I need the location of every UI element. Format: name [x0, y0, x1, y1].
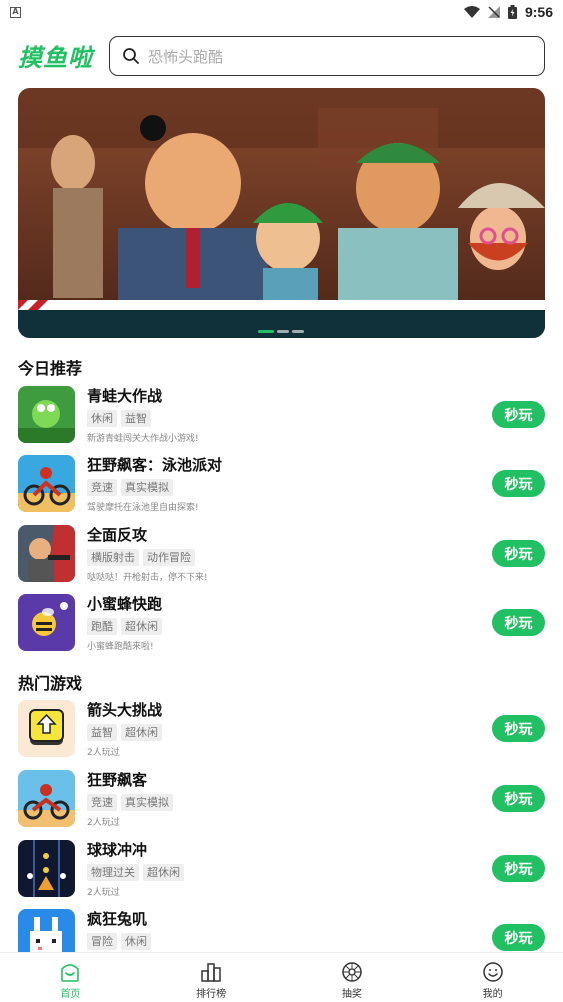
game-play-count: 2人玩过 [87, 748, 120, 758]
play-button[interactable]: 秒玩 [492, 470, 545, 497]
nav-item-ranking[interactable]: 排行榜 [141, 953, 282, 1002]
game-tag: 益智 [87, 724, 117, 741]
game-play-count: 2人玩过 [87, 818, 120, 828]
game-title: 疯狂兔叽 [87, 910, 148, 928]
carousel-dot[interactable] [277, 330, 289, 333]
game-tag: 超休闲 [121, 618, 162, 635]
list-item[interactable]: 狂野飙客：泳池派对 竞速 真实模拟 驾驶摩托在泳池里自由探索! 秒玩 [18, 455, 545, 515]
section-title-today: 今日推荐 [18, 359, 83, 378]
game-thumbnail[interactable] [18, 594, 75, 651]
game-tag: 真实模拟 [121, 479, 173, 496]
game-description: 驾驶摩托在泳池里自由探索! [87, 503, 199, 513]
game-tag: 休闲 [121, 933, 151, 950]
game-tag: 竞速 [87, 794, 117, 811]
nav-label: 抽奖 [341, 989, 362, 1000]
notification-a-icon: A [10, 6, 21, 18]
play-button[interactable]: 秒玩 [492, 785, 545, 812]
list-item[interactable]: 小蜜蜂快跑 跑酷 超休闲 小蜜蜂跑酷来啦! 秒玩 [18, 594, 545, 654]
list-item[interactable]: 狂野飙客 竞速 真实模拟 2人玩过 秒玩 [18, 770, 545, 830]
app-logo[interactable]: 摸鱼啦 [18, 38, 93, 73]
wifi-icon [463, 6, 480, 18]
nav-item-home[interactable]: 首页 [0, 953, 141, 1002]
nav-label: 首页 [60, 989, 81, 1000]
game-tag: 休闲 [87, 410, 117, 427]
game-description: 小蜜蜂跑酷来啦! [87, 642, 154, 652]
game-tags: 竞速 真实模拟 [87, 794, 173, 811]
game-thumbnail[interactable] [18, 700, 75, 757]
banner-image [18, 88, 545, 338]
game-tags: 休闲 益智 [87, 410, 151, 427]
header: 摸鱼啦 恐怖头跑酷 [0, 34, 563, 78]
game-description: 新游青蛙闯关大作战小游戏! [87, 434, 199, 444]
ranking-icon [201, 963, 221, 982]
game-tag: 物理过关 [87, 864, 139, 881]
game-tag: 益智 [121, 410, 151, 427]
play-button[interactable]: 秒玩 [492, 609, 545, 636]
game-title: 狂野飙客：泳池派对 [87, 456, 223, 474]
game-title: 小蜜蜂快跑 [87, 595, 163, 613]
list-item[interactable]: 箭头大挑战 益智 超休闲 2人玩过 秒玩 [18, 700, 545, 760]
list-item[interactable]: 球球冲冲 物理过关 超休闲 2人玩过 秒玩 [18, 840, 545, 900]
nav-label: 排行榜 [196, 989, 227, 1000]
game-tag: 冒险 [87, 933, 117, 950]
game-title: 青蛙大作战 [87, 387, 163, 405]
carousel-dot[interactable] [292, 330, 304, 333]
play-button[interactable]: 秒玩 [492, 855, 545, 882]
game-title: 狂野飙客 [87, 771, 148, 789]
status-left: A [10, 6, 21, 18]
game-tag: 超休闲 [121, 724, 162, 741]
search-placeholder: 恐怖头跑酷 [148, 47, 224, 66]
game-tags: 冒险 休闲 [87, 933, 151, 950]
game-tag: 真实模拟 [121, 794, 173, 811]
game-tag: 横版射击 [87, 549, 139, 566]
game-tag: 超休闲 [143, 864, 184, 881]
game-thumbnail[interactable] [18, 455, 75, 512]
game-tags: 横版射击 动作冒险 [87, 549, 195, 566]
game-thumbnail[interactable] [18, 386, 75, 443]
status-time: 9:56 [524, 4, 553, 20]
nav-item-profile[interactable]: 我的 [422, 953, 563, 1002]
lottery-icon [342, 962, 362, 982]
game-tags: 益智 超休闲 [87, 724, 162, 741]
game-tags: 物理过关 超休闲 [87, 864, 184, 881]
home-icon [61, 964, 80, 982]
search-icon [123, 48, 139, 64]
game-tag: 竞速 [87, 479, 117, 496]
play-button[interactable]: 秒玩 [492, 924, 545, 951]
no-signal-icon [487, 6, 500, 18]
game-title: 全面反攻 [87, 526, 148, 544]
profile-icon [482, 962, 503, 982]
search-input[interactable]: 恐怖头跑酷 [109, 36, 545, 76]
game-play-count: 2人玩过 [87, 888, 120, 898]
carousel-indicator [258, 330, 304, 333]
play-button[interactable]: 秒玩 [492, 540, 545, 567]
game-title: 球球冲冲 [87, 841, 148, 859]
battery-icon [507, 5, 517, 19]
game-thumbnail[interactable] [18, 840, 75, 897]
game-thumbnail[interactable] [18, 525, 75, 582]
play-button[interactable]: 秒玩 [492, 715, 545, 742]
list-item[interactable]: 全面反攻 横版射击 动作冒险 哒哒哒！开枪射击，停不下来! 秒玩 [18, 525, 545, 585]
game-tags: 跑酷 超休闲 [87, 618, 162, 635]
section-title-hot: 热门游戏 [18, 674, 83, 693]
carousel-dot[interactable] [258, 330, 274, 333]
game-title: 箭头大挑战 [87, 701, 163, 719]
list-item[interactable]: 青蛙大作战 休闲 益智 新游青蛙闯关大作战小游戏! 秒玩 [18, 386, 545, 446]
nav-label: 我的 [482, 989, 503, 1000]
status-bar: A 9:56 [0, 0, 563, 24]
play-button[interactable]: 秒玩 [492, 401, 545, 428]
game-tag: 跑酷 [87, 618, 117, 635]
game-tag: 动作冒险 [143, 549, 195, 566]
bottom-navigation: 首页 排行榜 抽奖 我的 [0, 952, 563, 1002]
status-right: 9:56 [463, 4, 553, 20]
banner-carousel[interactable] [18, 88, 545, 338]
game-thumbnail[interactable] [18, 770, 75, 827]
nav-item-lottery[interactable]: 抽奖 [282, 953, 423, 1002]
game-tags: 竞速 真实模拟 [87, 479, 173, 496]
game-description: 哒哒哒！开枪射击，停不下来! [87, 573, 208, 583]
